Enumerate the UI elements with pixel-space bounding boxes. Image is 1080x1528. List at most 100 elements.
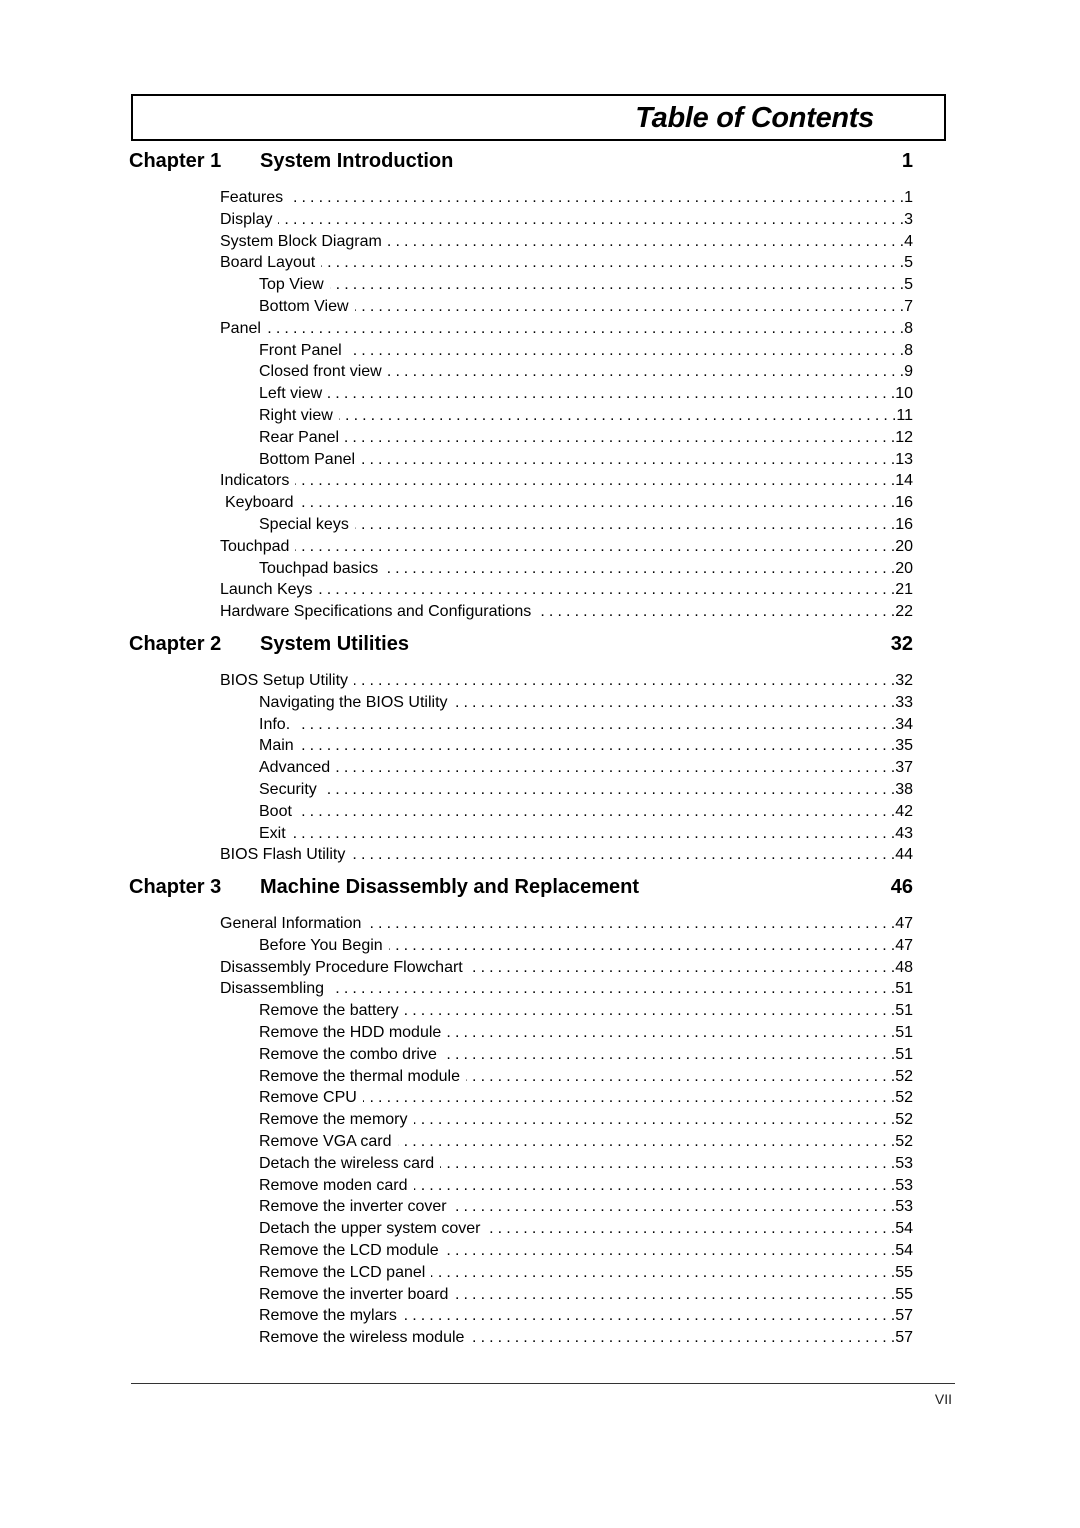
toc-entry-page: .43 [890,824,913,842]
toc-entry[interactable]: Boot....................................… [220,800,913,823]
chapter-number: Chapter 2 [129,633,222,655]
dot-leader: ........................................… [387,363,900,381]
toc-entry-label: Advanced [259,757,337,779]
toc-entry[interactable]: Disassembling...........................… [220,978,913,1001]
toc-entry[interactable]: Security................................… [220,778,913,801]
toc-entry-page: .55 [890,1285,913,1303]
toc-entry[interactable]: Touchpad basics.........................… [220,557,913,580]
toc-entry[interactable]: Navigating the BIOS Utility.............… [220,691,913,714]
toc-entry-label: Touchpad basics [259,557,385,580]
dot-leader: ........................................… [431,1263,891,1281]
dot-leader: ........................................… [537,603,891,621]
toc-entry[interactable]: Remove the combo drive..................… [220,1043,913,1066]
toc-entry-label: Closed front view [259,361,388,384]
toc-entry[interactable]: Closed front view.......................… [220,361,913,384]
toc-entry-label: Rear Panel [259,426,346,449]
chapter-number: Chapter 1 [129,150,222,172]
toc-entry-label: Display [220,208,279,231]
toc-entry[interactable]: Remove the wireless module..............… [220,1327,913,1349]
toc-entry-label: Bottom View [259,295,355,318]
toc-entry-label: Remove the wireless module [259,1327,471,1349]
toc-entry[interactable]: Right view..............................… [220,404,913,427]
toc-entry-label: Panel [220,317,267,340]
toc-entry[interactable]: Keyboard................................… [220,492,913,514]
dot-leader: ........................................… [486,1220,891,1238]
toc-entry-page: .3 [899,210,913,228]
toc-entry-page: .44 [890,846,913,864]
toc-entry[interactable]: Remove the mylars.......................… [220,1305,913,1328]
toc-entry[interactable]: Remove the LCD panel....................… [220,1261,913,1284]
toc-entry-page: .51 [890,1002,913,1020]
dot-leader: ........................................… [321,254,900,272]
toc-entry[interactable]: Panel...................................… [220,317,913,340]
toc-entry-label: Front Panel [259,339,348,362]
toc-entry-page: .42 [890,802,913,820]
dot-leader: ........................................… [289,189,900,206]
toc-entry[interactable]: BIOS Flash Utility......................… [220,844,913,867]
dot-leader: ........................................… [443,1045,891,1063]
toc-entry-page: .20 [890,537,913,555]
toc-entry[interactable]: Launch Keys.............................… [220,579,913,602]
toc-entry-page: .11 [891,406,913,424]
toc-entry[interactable]: Remove the LCD module...................… [220,1239,913,1262]
toc-entry[interactable]: Detach the upper system cover...........… [220,1218,913,1240]
toc-entry-label: Bottom Panel [259,448,362,471]
toc-entry[interactable]: Rear Panel..............................… [220,426,913,449]
toc-entry[interactable]: Main....................................… [220,735,913,758]
toc-entry-label: Boot [259,800,298,823]
toc-entry[interactable]: BIOS Setup Utility......................… [220,670,913,692]
toc-entry-label: Special keys [259,513,355,536]
toc-entry[interactable]: Remove the thermal module...............… [220,1065,913,1088]
toc-entry[interactable]: Remove CPU..............................… [220,1087,913,1110]
toc-entry[interactable]: Info....................................… [220,713,913,736]
toc-entry-page: .32 [890,672,913,689]
toc-entry[interactable]: System Block Diagram....................… [220,230,913,253]
toc-entry-label: Indicators [220,470,296,493]
toc-entry[interactable]: Hardware Specifications and Configuratio… [220,601,913,623]
toc-entry[interactable]: Advanced................................… [220,757,913,779]
toc-entry[interactable]: Left view...............................… [220,383,913,405]
toc-entry-page: .34 [890,715,913,733]
toc-entry[interactable]: Special keys............................… [220,513,913,536]
toc-entry[interactable]: Remove the memory.......................… [220,1109,913,1131]
toc-entry[interactable]: Board Layout............................… [220,252,913,275]
toc-entry-page: .53 [890,1198,913,1216]
toc-entry-page: .51 [890,980,913,998]
chapter-heading-1[interactable]: Chapter 1 System Introduction 1 [129,150,913,178]
chapter-heading-3[interactable]: Chapter 3 Machine Disassembly and Replac… [129,876,913,904]
toc-entry-label: Remove the memory [259,1109,414,1131]
toc-entry-label: Left view [259,383,329,405]
toc-entry[interactable]: Bottom View.............................… [220,295,913,318]
dot-leader: ........................................… [323,780,891,798]
toc-entry-page: .35 [890,737,913,755]
toc-entry[interactable]: Detach the wireless card................… [220,1152,913,1175]
dot-leader: ........................................… [470,1329,891,1347]
toc-entry[interactable]: Remove moden card.......................… [220,1174,913,1197]
toc-entry-label: Detach the upper system cover [259,1218,487,1240]
chapter-heading-2[interactable]: Chapter 2 System Utilities 32 [129,633,913,661]
toc-entry[interactable]: Before You Begin........................… [220,934,913,957]
toc-entry[interactable]: Display.................................… [220,208,913,231]
toc-entry[interactable]: General Information.....................… [220,913,913,935]
toc-entry[interactable]: Features................................… [220,187,913,209]
toc-entry[interactable]: Remove the inverter cover...............… [220,1196,913,1219]
toc-entry-label: Remove CPU [259,1087,363,1110]
chapter-title: System Introduction [260,150,454,172]
toc-entry[interactable]: Remove VGA card.........................… [220,1130,913,1153]
toc-entry[interactable]: Remove the inverter board...............… [220,1283,913,1306]
toc-entry-page: .33 [890,693,913,711]
toc-entry[interactable]: Front Panel.............................… [220,339,913,362]
toc-entry[interactable]: Top View................................… [220,274,913,296]
dot-leader: ........................................… [367,915,891,932]
toc-entry[interactable]: Touchpad................................… [220,535,913,558]
toc-entry[interactable]: Remove the HDD module...................… [220,1021,913,1044]
toc-entry[interactable]: Bottom Panel............................… [220,448,913,471]
toc-entry[interactable]: Remove the battery......................… [220,1000,913,1022]
toc-entry[interactable]: Exit....................................… [220,822,913,845]
toc-entry-page: .8 [899,341,913,359]
dot-leader: ........................................… [318,581,891,599]
toc-entry-page: .5 [899,276,913,294]
toc-entry[interactable]: Indicators..............................… [220,470,913,493]
toc-entry[interactable]: Disassembly Procedure Flowchart.........… [220,956,913,979]
toc-entry-page: .51 [890,1023,913,1041]
